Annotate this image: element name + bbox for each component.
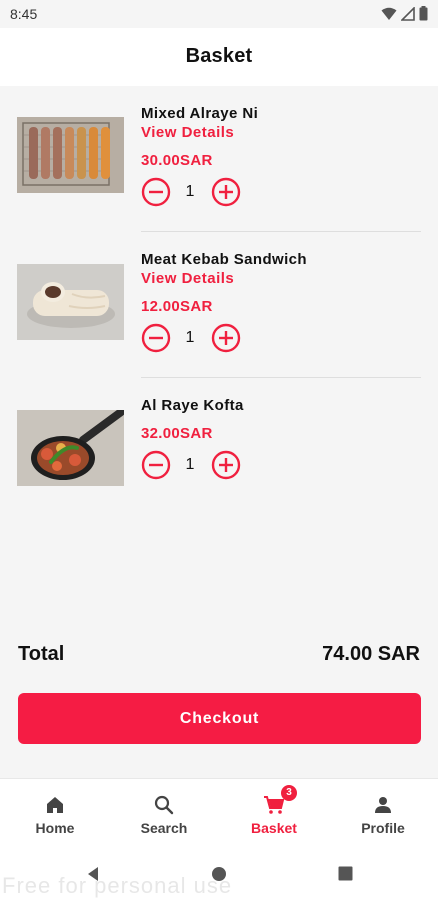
checkout-button[interactable]: Checkout <box>18 693 421 744</box>
item-price: 32.00SAR <box>141 425 213 442</box>
decrease-quantity-button[interactable] <box>141 450 171 480</box>
watermark: Free for personal use <box>2 873 233 898</box>
nav-label: Profile <box>361 820 405 836</box>
item-name: Meat Kebab Sandwich <box>141 251 307 268</box>
recents-icon[interactable] <box>338 866 353 881</box>
view-details-link[interactable]: View Details <box>141 270 234 287</box>
cart-count-badge: 3 <box>281 785 297 801</box>
increase-quantity-button[interactable] <box>211 450 241 480</box>
basket-item: Al Raye Kofta 32.00SAR 1 <box>0 378 438 518</box>
basket-item: Mixed Alraye Ni View Details 30.00SAR 1 <box>0 86 438 226</box>
nav-item-home[interactable]: Home <box>0 779 110 845</box>
quantity-value: 1 <box>185 456 195 473</box>
person-icon <box>375 797 391 813</box>
search-icon <box>154 795 174 815</box>
page-title: Basket <box>185 45 253 67</box>
item-image-kofta <box>17 410 124 486</box>
status-time: 8:45 <box>10 6 38 22</box>
item-price: 30.00SAR <box>141 152 213 169</box>
nav-label: Home <box>35 820 75 836</box>
item-name: Al Raye Kofta <box>141 397 244 414</box>
battery-icon <box>419 6 428 21</box>
quantity-value: 1 <box>185 183 195 200</box>
nav-item-basket[interactable]: 3 Basket <box>219 779 329 845</box>
home-icon <box>47 797 63 813</box>
quantity-value: 1 <box>185 329 195 346</box>
increase-quantity-button[interactable] <box>211 177 241 207</box>
status-icons <box>381 6 428 21</box>
basket-item: Meat Kebab Sandwich View Details 12.00SA… <box>0 232 438 372</box>
view-details-link[interactable]: View Details <box>141 124 234 141</box>
nav-item-search[interactable]: Search <box>109 779 219 845</box>
decrease-quantity-button[interactable] <box>141 323 171 353</box>
total-value: 74.00 SAR <box>322 643 420 665</box>
bottom-nav: Home Search 3 Basket Profile <box>0 778 438 844</box>
wifi-icon <box>381 7 397 20</box>
status-bar: 8:45 <box>0 0 438 28</box>
nav-label: Search <box>140 820 188 836</box>
decrease-quantity-button[interactable] <box>141 177 171 207</box>
nav-label: Basket <box>251 820 297 836</box>
signal-icon <box>401 6 415 21</box>
nav-item-profile[interactable]: Profile <box>328 779 438 845</box>
app-header: Basket <box>0 28 438 86</box>
item-image-mixed-grill <box>17 117 124 193</box>
total-label: Total <box>18 643 65 665</box>
item-image-kebab-sandwich <box>17 264 124 340</box>
item-price: 12.00SAR <box>141 298 213 315</box>
item-name: Mixed Alraye Ni <box>141 105 259 122</box>
increase-quantity-button[interactable] <box>211 323 241 353</box>
